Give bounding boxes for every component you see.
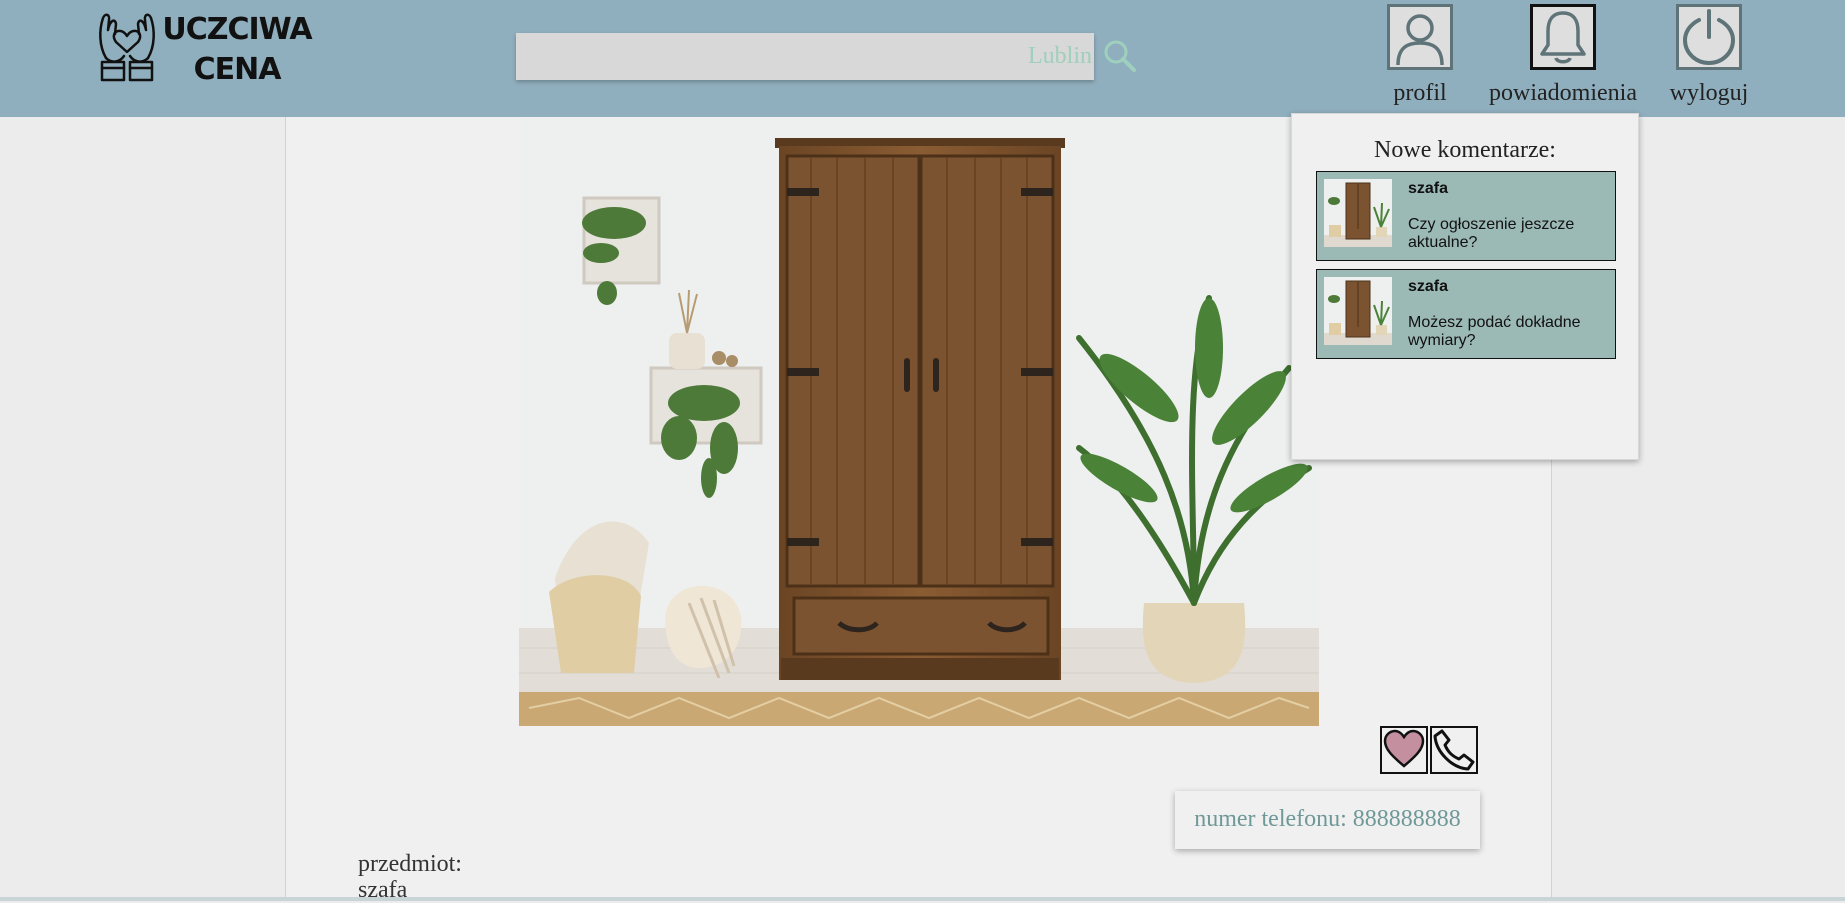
favorite-button[interactable]	[1380, 726, 1428, 774]
subject-label: przedmiot:	[358, 851, 462, 877]
notification-item-name: szafa	[1408, 180, 1449, 197]
nav-notifications-label: powiadomienia	[1489, 80, 1637, 106]
logo[interactable]: UCZCIWA CENA	[96, 6, 313, 87]
top-bar: UCZCIWA CENA profil powiadomienia	[0, 0, 1845, 117]
phone-icon	[1433, 729, 1475, 771]
nav-notifications[interactable]: powiadomienia	[1488, 4, 1638, 106]
notification-thumbnail	[1324, 179, 1392, 247]
notification-item[interactable]: szafa Możesz podać dokładne wymiary?	[1316, 269, 1616, 359]
search-button[interactable]	[1102, 38, 1138, 74]
nav-logout-label: wyloguj	[1669, 80, 1749, 106]
phone-number: numer telefonu: 888888888	[1175, 791, 1480, 849]
notifications-dropdown: Nowe komentarze: szafa Czy ogłoszenie je…	[1291, 113, 1639, 460]
logo-line-2: CENA	[193, 52, 282, 87]
notification-item-text: Czy ogłoszenie jeszcze aktualne?	[1408, 216, 1575, 251]
notification-item-name: szafa	[1408, 278, 1449, 295]
power-icon	[1676, 4, 1742, 70]
nav-profile[interactable]: profil	[1385, 4, 1455, 106]
user-icon	[1387, 4, 1453, 70]
notifications-list: szafa Czy ogłoszenie jeszcze aktualne? s…	[1316, 171, 1616, 367]
hands-heart-icon	[99, 13, 155, 82]
search-input[interactable]	[516, 33, 1094, 80]
notification-thumbnail	[1324, 277, 1392, 345]
nav-profile-label: profil	[1393, 80, 1447, 106]
notifications-title: Nowe komentarze:	[1374, 137, 1556, 163]
search-icon	[1104, 40, 1136, 72]
bell-icon	[1530, 4, 1596, 70]
logo-line-1: UCZCIWA	[162, 12, 312, 47]
heart-icon	[1383, 729, 1425, 768]
notification-item-text: Możesz podać dokładne wymiary?	[1408, 314, 1581, 349]
notification-item[interactable]: szafa Czy ogłoszenie jeszcze aktualne?	[1316, 171, 1616, 261]
nav-logout[interactable]: wyloguj	[1666, 4, 1752, 106]
listing-photo	[519, 118, 1319, 726]
call-button[interactable]	[1430, 726, 1478, 774]
bottom-divider	[0, 897, 1845, 901]
logo-text: UCZCIWA CENA	[162, 10, 312, 90]
